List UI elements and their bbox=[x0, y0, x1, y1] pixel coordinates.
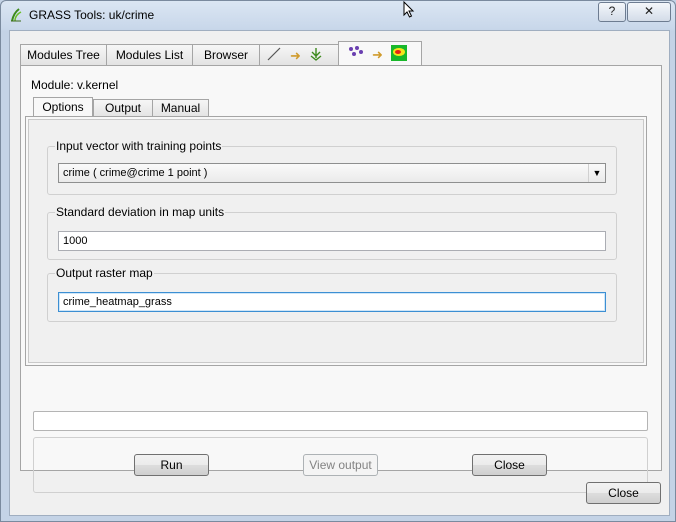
std-dev-label: Standard deviation in map units bbox=[55, 205, 226, 219]
grass-app-icon bbox=[11, 8, 22, 22]
tab-manual[interactable]: Manual bbox=[152, 99, 209, 117]
window-close-button[interactable]: ✕ bbox=[627, 2, 671, 22]
module-pane: Module: v.kernel Options Output Manual I… bbox=[20, 65, 662, 493]
heatmap-raster-icon bbox=[391, 45, 407, 67]
window-title: GRASS Tools: uk/crime bbox=[29, 8, 155, 22]
arrow-right-icon: ➜ bbox=[372, 47, 383, 62]
input-vector-label: Input vector with training points bbox=[55, 139, 223, 153]
help-button[interactable]: ? bbox=[598, 2, 626, 22]
tab-browser[interactable]: Browser bbox=[192, 44, 260, 65]
input-vector-select[interactable]: crime ( crime@crime 1 point ) ▼ bbox=[58, 163, 606, 183]
input-vector-group: Input vector with training points crime … bbox=[47, 139, 617, 195]
mouse-cursor-icon bbox=[403, 1, 415, 18]
client-area: Modules Tree Modules List Browser ➜ ➜ Mo… bbox=[9, 30, 670, 516]
output-raster-label: Output raster map bbox=[55, 266, 154, 280]
title-bar[interactable]: GRASS Tools: uk/crime ? ✕ bbox=[1, 1, 675, 29]
arrow-right-icon: ➜ bbox=[290, 48, 301, 63]
tab-modules-tree[interactable]: Modules Tree bbox=[20, 44, 107, 65]
output-raster-input[interactable]: crime_heatmap_grass bbox=[58, 292, 606, 312]
points-vector-icon bbox=[347, 44, 365, 66]
tab-modules-list[interactable]: Modules List bbox=[106, 44, 193, 65]
progress-bar bbox=[33, 411, 648, 431]
std-dev-group: Standard deviation in map units 1000 bbox=[47, 205, 617, 260]
module-label: Module: v.kernel bbox=[31, 78, 119, 92]
tab-options[interactable]: Options bbox=[33, 97, 93, 117]
tab-v-in-ogr-module[interactable]: ➜ bbox=[259, 44, 339, 65]
tab-v-kernel-module[interactable]: ➜ bbox=[338, 41, 422, 65]
options-pane: Input vector with training points crime … bbox=[25, 116, 647, 366]
options-content: Input vector with training points crime … bbox=[28, 119, 644, 363]
run-button[interactable]: Run bbox=[134, 454, 209, 476]
close-dialog-button[interactable]: Close bbox=[586, 482, 661, 504]
view-output-button[interactable]: View output bbox=[303, 454, 378, 476]
close-module-button[interactable]: Close bbox=[472, 454, 547, 476]
std-dev-input[interactable]: 1000 bbox=[58, 231, 606, 251]
action-buttons-group: Run View output Close bbox=[33, 437, 648, 493]
input-vector-value: crime ( crime@crime 1 point ) bbox=[63, 167, 208, 179]
grass-tools-window: GRASS Tools: uk/crime ? ✕ Modules Tree M… bbox=[0, 0, 676, 522]
tab-output[interactable]: Output bbox=[93, 99, 153, 117]
chevron-down-icon[interactable]: ▼ bbox=[588, 164, 605, 182]
output-raster-group: Output raster map crime_heatmap_grass bbox=[47, 266, 617, 322]
